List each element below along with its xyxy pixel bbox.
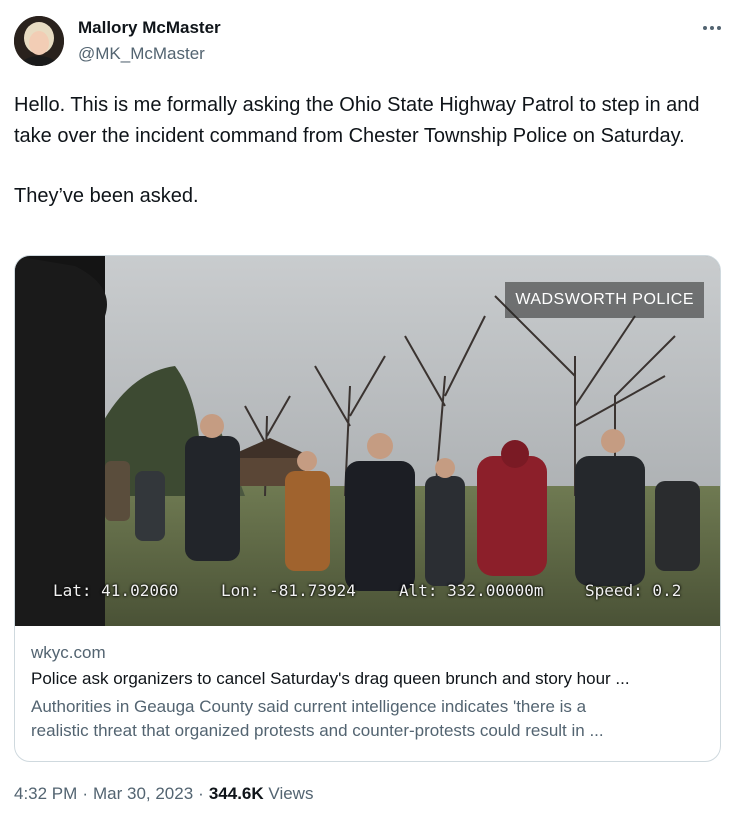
link-card[interactable]: WADSWORTH POLICE Lat: 41.02060 Lon: -81.… bbox=[14, 255, 721, 762]
more-horizontal-icon[interactable] bbox=[698, 18, 726, 38]
tweet-paragraph: They’ve been asked. bbox=[14, 185, 199, 207]
gps-latitude: Lat: 41.02060 bbox=[53, 581, 179, 600]
author-name[interactable]: Mallory McMaster bbox=[78, 18, 221, 38]
tweet-paragraph: Hello. This is me formally asking the Oh… bbox=[14, 94, 700, 147]
views-label[interactable]: Views bbox=[268, 784, 313, 804]
video-watermark: WADSWORTH POLICE bbox=[505, 282, 704, 318]
gps-longitude: Lon: -81.73924 bbox=[221, 581, 356, 600]
tweet-meta: 4:32 PM · Mar 30, 2023 · 344.6K Views bbox=[14, 784, 313, 804]
card-image[interactable]: WADSWORTH POLICE Lat: 41.02060 Lon: -81.… bbox=[15, 256, 720, 626]
meta-separator: · bbox=[82, 784, 88, 803]
card-domain: wkyc.com bbox=[31, 643, 106, 662]
gps-speed: Speed: 0.2 bbox=[585, 581, 682, 600]
author-handle[interactable]: @MK_McMaster bbox=[78, 44, 205, 64]
gps-altitude: Alt: 332.00000m bbox=[399, 581, 544, 600]
card-description: Authorities in Geauga County said curren… bbox=[31, 695, 703, 743]
card-description-line: Authorities in Geauga County said curren… bbox=[31, 697, 587, 716]
card-title: Police ask organizers to cancel Saturday… bbox=[31, 669, 630, 688]
views-count[interactable]: 344.6K bbox=[209, 784, 264, 804]
avatar-photo bbox=[14, 16, 64, 66]
tweet-time[interactable]: 4:32 PM bbox=[14, 784, 77, 804]
tweet-text: Hello. This is me formally asking the Oh… bbox=[14, 90, 724, 212]
tweet-date[interactable]: Mar 30, 2023 bbox=[93, 784, 193, 804]
meta-separator: · bbox=[198, 784, 204, 803]
card-description-line: realistic threat that organized protests… bbox=[31, 721, 604, 740]
avatar[interactable] bbox=[14, 16, 64, 66]
